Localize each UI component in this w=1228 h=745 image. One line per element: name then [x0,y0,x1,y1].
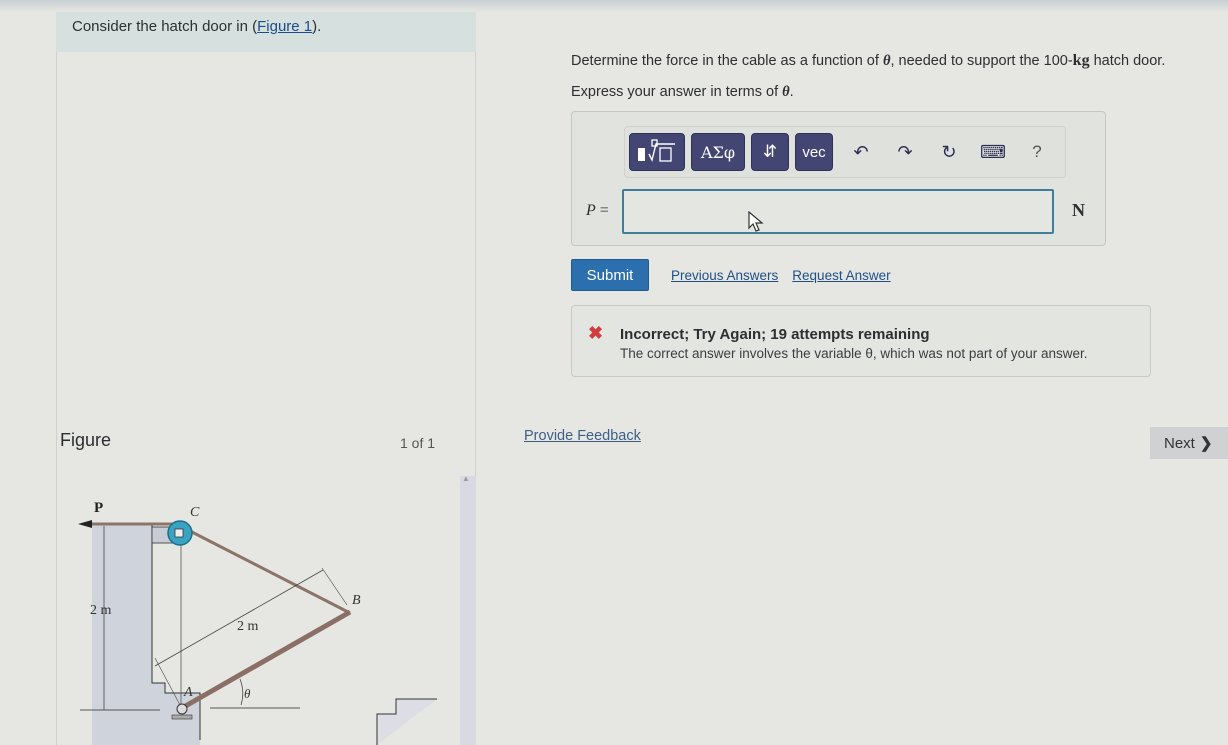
top-strip [0,0,1228,12]
answer-input[interactable] [622,189,1054,234]
answer-unit: N [1072,200,1085,220]
theta-arc [239,678,244,706]
partial-wall [376,698,437,745]
provide-feedback-link[interactable]: Provide Feedback [524,428,641,444]
dimension-door [154,569,324,667]
hinge-base [171,714,193,720]
incorrect-icon: ✖ [588,323,604,343]
answer-label: P = [586,202,609,220]
greek-symbols-button[interactable]: ΑΣφ [691,133,745,171]
intro-banner: Consider the hatch door in (Figure 1). [56,12,476,52]
prompt-part: , needed to support the 100- [890,53,1073,69]
undo-icon[interactable]: ↶ [839,142,883,163]
request-answer-link[interactable]: Request Answer [792,268,890,283]
help-icon[interactable]: ? [1015,142,1059,162]
chevron-right-icon: ❯ [1199,435,1213,452]
pulley-hub [174,528,184,538]
figure-count: 1 of 1 [400,435,436,451]
figure-link[interactable]: Figure 1 [257,18,312,35]
feedback-message: The correct answer involves the variable… [620,346,1088,361]
theta-symbol: θ [782,84,790,100]
redo-icon[interactable]: ↷ [883,142,927,163]
next-button[interactable]: Next ❯ [1150,427,1228,459]
label-length: 2 m [237,619,259,634]
arrows-button[interactable]: ⇵ [751,133,789,171]
question-prompt: Determine the force in the cable as a fu… [571,52,1211,70]
label-p: P [94,500,103,516]
figure-scrollbar[interactable] [460,476,476,745]
keyboard-icon[interactable]: ⌨ [971,142,1015,163]
scroll-up-icon[interactable]: ▲ [462,474,470,483]
prompt-part: Determine the force in the cable as a fu… [571,53,883,69]
next-figure-partial [376,698,437,745]
instruction-part: . [789,84,794,100]
intro-text: Consider the hatch door in ( [72,18,258,35]
reset-icon[interactable]: ↻ [927,142,971,163]
label-b: B [352,593,361,608]
answer-variable: P [586,202,596,219]
figure-title: Figure [60,430,112,450]
answer-box: ΑΣφ ⇵ vec ↶ ↷ ↻ ⌨ ? P = N [571,111,1106,246]
prompt-part: hatch door. [1089,53,1166,69]
templates-button[interactable] [629,133,685,171]
math-toolbar: ΑΣφ ⇵ vec ↶ ↷ ↻ ⌨ ? [624,126,1066,178]
unit-kg: kg [1072,52,1090,69]
question-text: Determine the force in the cable as a fu… [571,52,1211,115]
feedback-box: ✖ Incorrect; Try Again; 19 attempts rema… [571,305,1151,377]
hinge-a [176,703,188,715]
submit-button[interactable]: Submit [571,259,649,291]
label-theta: θ [244,686,251,701]
hatch-door-figure: P C B A θ 2 m 2 m [78,500,361,745]
templates-icon [638,139,675,163]
answer-actions: Submit Previous Answers Request Answer [571,259,891,291]
previous-answers-link[interactable]: Previous Answers [671,268,778,283]
label-height: 2 m [90,603,112,618]
feedback-title: Incorrect; Try Again; 19 attempts remain… [620,326,930,343]
equals-sign: = [595,202,609,219]
next-label: Next [1164,434,1195,452]
label-c: C [190,505,200,520]
vector-button[interactable]: vec [795,133,833,171]
force-arrow-p [78,520,92,528]
intro-text-end: ). [312,18,322,35]
label-a: A [183,685,193,700]
question-instruction: Express your answer in terms of θ. [571,84,1211,101]
instruction-part: Express your answer in terms of [571,84,783,100]
hatch-door [180,609,352,711]
